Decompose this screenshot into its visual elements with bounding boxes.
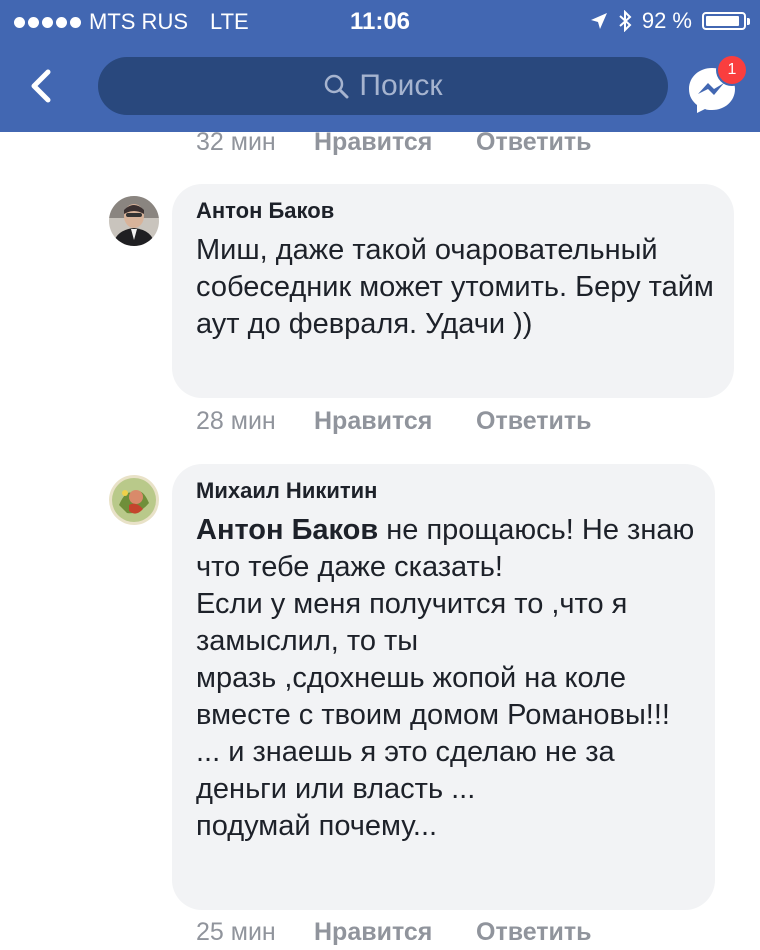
battery-icon [702, 12, 750, 30]
comment-text: Миш, даже такой очаровательный собеседни… [196, 234, 714, 340]
search-placeholder: Поиск [359, 69, 443, 102]
comment-author[interactable]: Михаил Никитин [196, 478, 695, 504]
comment-meta-previous: 32 мин Нравится Ответить [196, 128, 592, 157]
like-link[interactable]: Нравится [314, 918, 476, 947]
comment-bubble: Антон Баков Миш, даже такой очаровательн… [172, 184, 734, 398]
battery-percent: 92 % [641, 8, 692, 33]
comment-text: Антон Баков не прощаюсь! Не знаю что теб… [196, 512, 695, 845]
like-link[interactable]: Нравится [314, 128, 476, 157]
comment-time: 32 мин [196, 128, 276, 156]
bluetooth-icon [619, 10, 632, 32]
status-bar: MTS RUS LTE 11:06 92 % [0, 0, 760, 44]
back-button[interactable] [22, 64, 62, 108]
search-icon [325, 74, 349, 99]
reply-link[interactable]: Ответить [476, 407, 592, 436]
search-input[interactable]: Поиск [98, 57, 668, 115]
comment-time: 25 мин [196, 918, 276, 946]
chevron-left-icon [31, 69, 51, 103]
like-link[interactable]: Нравится [314, 407, 476, 436]
comment-body: не прощаюсь! Не знаю что тебе даже сказа… [196, 514, 695, 842]
reply-link[interactable]: Ответить [476, 918, 592, 947]
comment-author[interactable]: Антон Баков [196, 198, 714, 224]
comment-meta: 28 мин Нравится Ответить [196, 407, 592, 436]
avatar[interactable] [109, 475, 159, 525]
location-arrow-icon [590, 13, 607, 29]
avatar[interactable] [109, 196, 159, 246]
notification-badge: 1 [716, 54, 748, 86]
comment-bubble: Михаил Никитин Антон Баков не прощаюсь! … [172, 464, 715, 910]
comment-time: 28 мин [196, 407, 276, 435]
reply-link[interactable]: Ответить [476, 128, 592, 157]
top-bar: MTS RUS LTE 11:06 92 % Поиск 1 [0, 0, 760, 132]
mention-link[interactable]: Антон Баков [196, 514, 378, 546]
comment-meta: 25 мин Нравится Ответить [196, 918, 592, 947]
